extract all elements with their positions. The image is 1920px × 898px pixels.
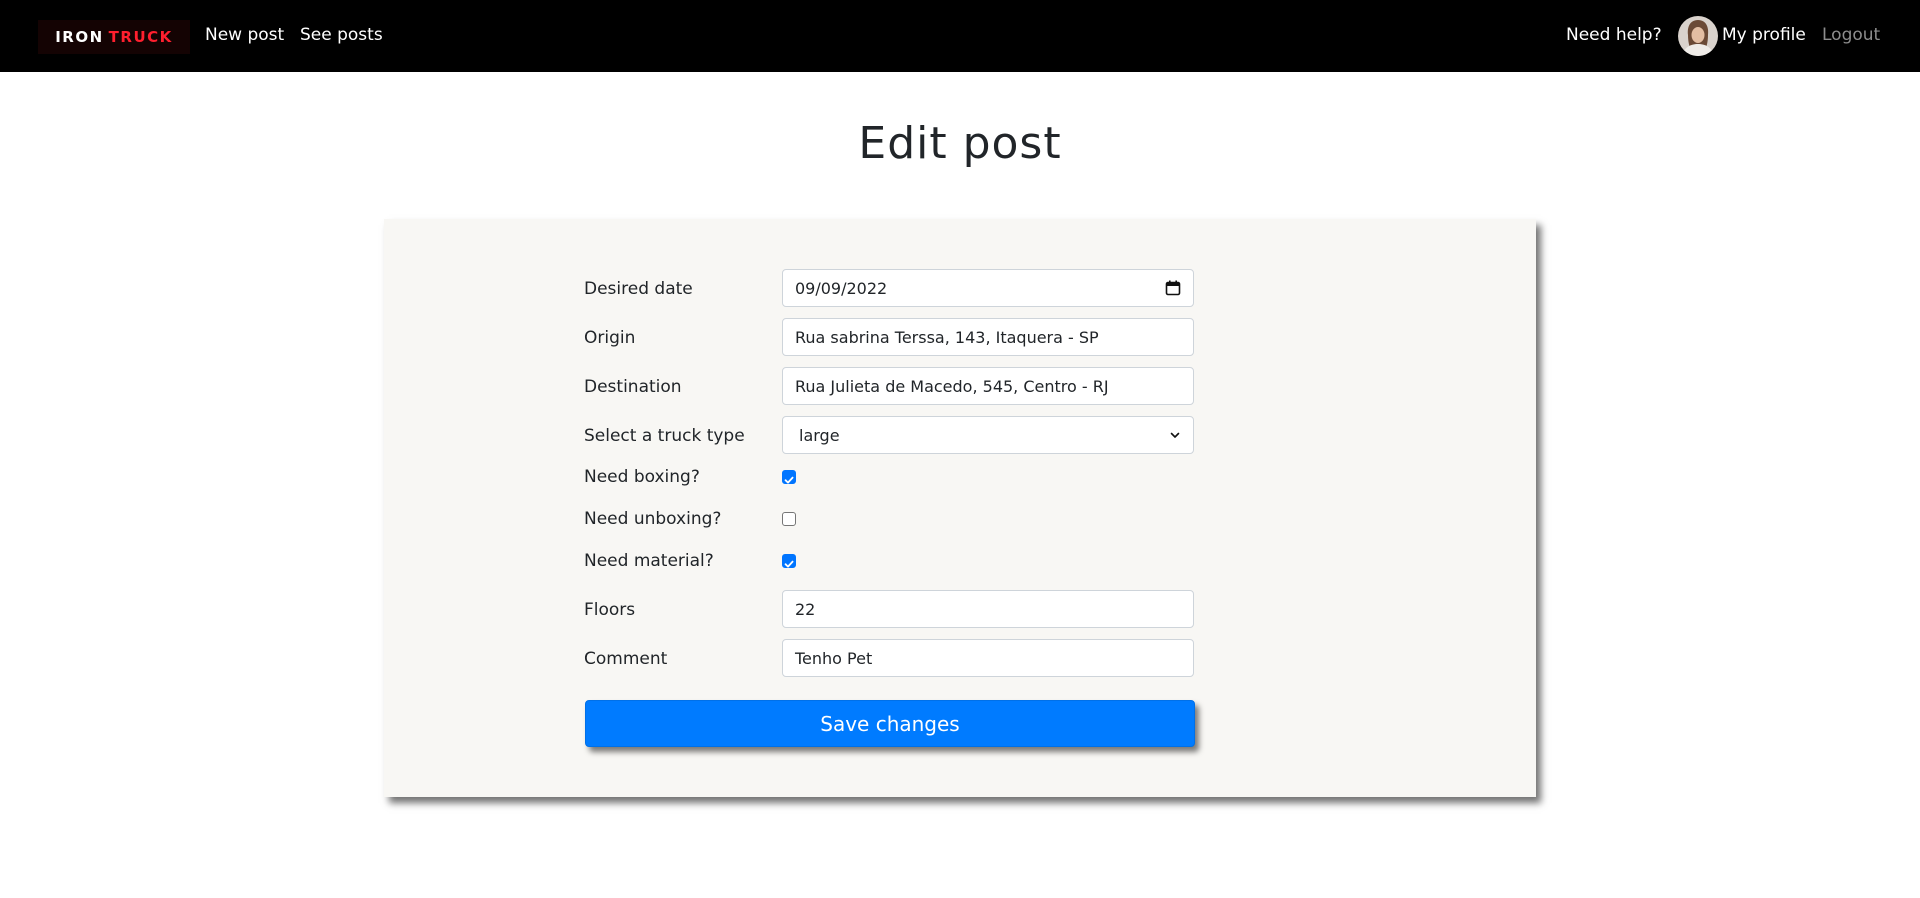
checkmark-icon xyxy=(784,560,794,568)
nav-see-posts-link[interactable]: See posts xyxy=(300,24,383,46)
origin-label: Origin xyxy=(584,328,636,348)
comment-input[interactable]: Tenho Pet xyxy=(782,639,1194,677)
user-avatar-icon xyxy=(1678,16,1718,56)
nav-new-post-link[interactable]: New post xyxy=(205,24,284,46)
avatar[interactable] xyxy=(1678,16,1718,56)
comment-value: Tenho Pet xyxy=(795,648,873,668)
page-title: Edit post xyxy=(858,118,1062,169)
destination-value: Rua Julieta de Macedo, 545, Centro - RJ xyxy=(795,376,1109,396)
chevron-down-icon xyxy=(1170,432,1180,438)
origin-value: Rua sabrina Terssa, 143, Itaquera - SP xyxy=(795,327,1099,347)
brand-word-truck: TRUCK xyxy=(108,28,173,46)
floors-label: Floors xyxy=(584,600,636,620)
comment-label: Comment xyxy=(584,649,668,669)
desired-date-label: Desired date xyxy=(584,279,693,299)
truck-type-value: large xyxy=(799,425,840,445)
desired-date-input[interactable]: 09/09/2022 xyxy=(782,269,1194,307)
need-boxing-checkbox[interactable] xyxy=(782,470,796,484)
floors-input[interactable]: 22 xyxy=(782,590,1194,628)
nav-my-profile-link[interactable]: My profile xyxy=(1722,24,1806,46)
need-material-label: Need material? xyxy=(584,551,714,571)
need-unboxing-checkbox[interactable] xyxy=(782,512,796,526)
nav-logout-link[interactable]: Logout xyxy=(1822,24,1880,46)
truck-type-select[interactable]: large xyxy=(782,416,1194,454)
destination-input[interactable]: Rua Julieta de Macedo, 545, Centro - RJ xyxy=(782,367,1194,405)
need-boxing-label: Need boxing? xyxy=(584,467,700,487)
nav-need-help-link[interactable]: Need help? xyxy=(1566,24,1662,46)
brand-logo[interactable]: IRON TRUCK xyxy=(38,20,190,54)
desired-date-value: 09/09/2022 xyxy=(795,278,888,298)
need-material-checkbox[interactable] xyxy=(782,554,796,568)
top-navbar: IRON TRUCK New post See posts Need help?… xyxy=(0,0,1920,72)
checkmark-icon xyxy=(784,476,794,484)
save-changes-button[interactable]: Save changes xyxy=(585,700,1195,747)
destination-label: Destination xyxy=(584,377,682,397)
origin-input[interactable]: Rua sabrina Terssa, 143, Itaquera - SP xyxy=(782,318,1194,356)
floors-value: 22 xyxy=(795,599,816,619)
need-unboxing-label: Need unboxing? xyxy=(584,509,722,529)
calendar-icon[interactable] xyxy=(1165,280,1181,296)
truck-type-label: Select a truck type xyxy=(584,426,745,446)
brand-word-iron: IRON xyxy=(55,28,104,46)
